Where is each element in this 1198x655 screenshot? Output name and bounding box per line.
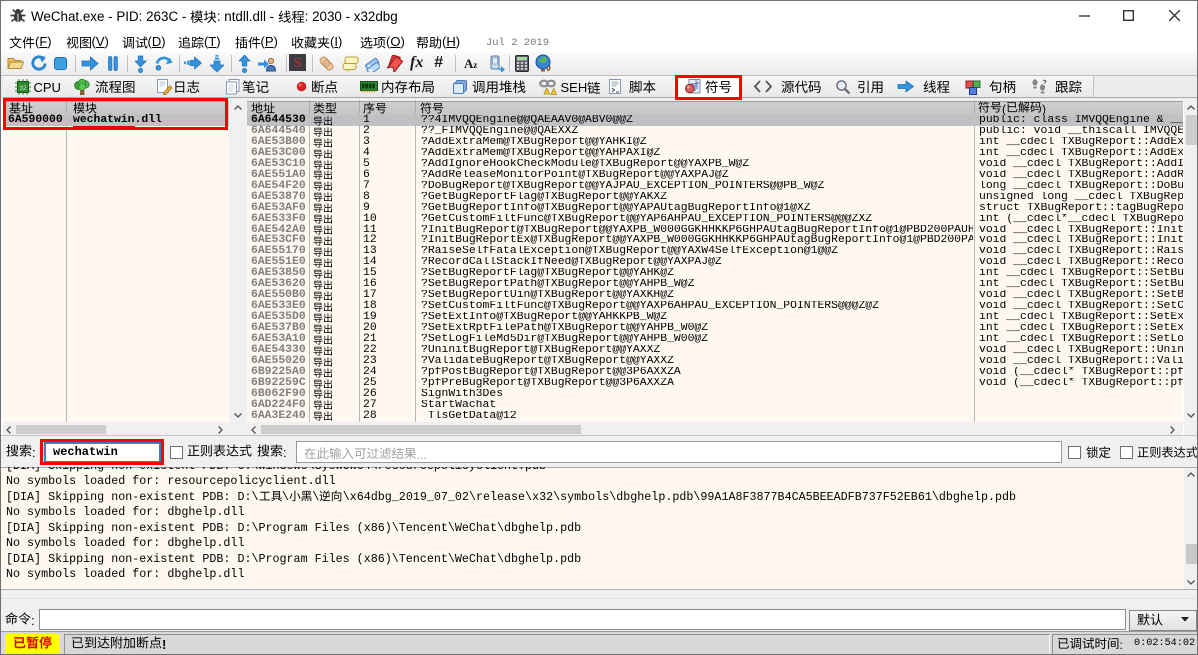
svg-text:S: S [294, 56, 302, 71]
svg-text:32: 32 [19, 85, 27, 92]
